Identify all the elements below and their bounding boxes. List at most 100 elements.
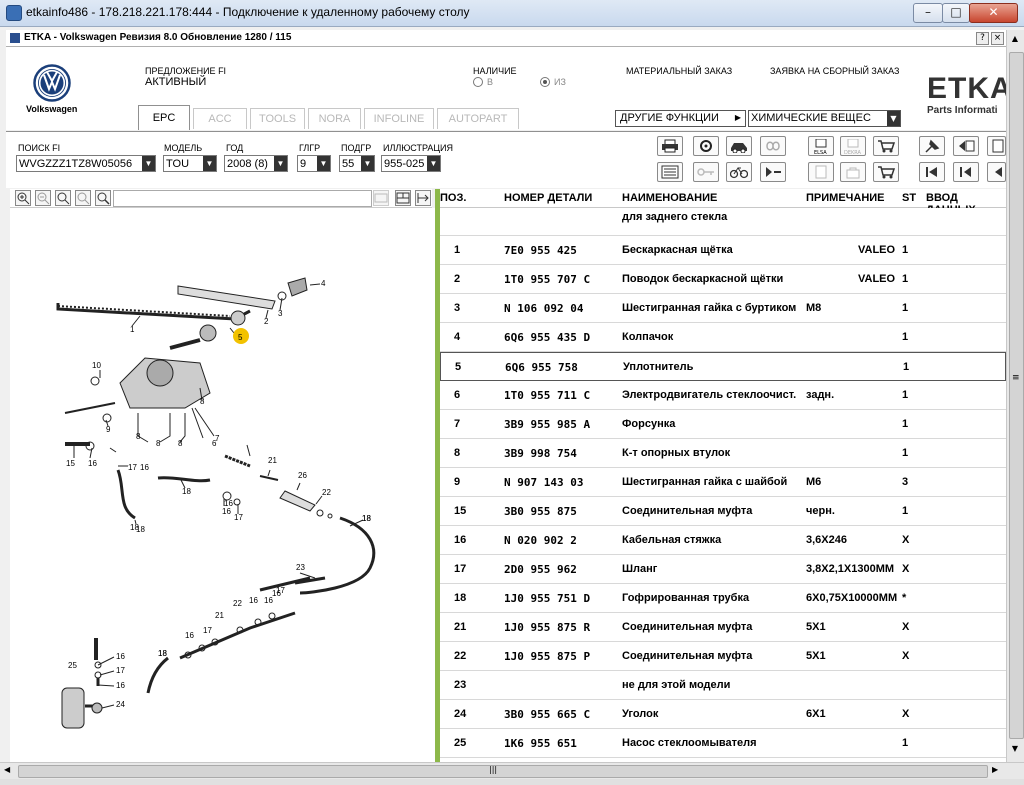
callout-number[interactable]: 17 [234, 513, 243, 522]
cell-part-number[interactable]: 1T0 955 707 C [504, 273, 590, 286]
model-select[interactable]: TOU ▼ [163, 155, 217, 172]
table-row[interactable]: 15 3B0 955 875 Соединительная муфта черн. 1 [440, 497, 1006, 526]
callout-number[interactable]: 16 [88, 459, 97, 468]
rdp-titlebar[interactable]: etkainfo486 - 178.218.221.178:444 - Подк… [0, 0, 1024, 27]
column-header-name[interactable]: НАИМЕНОВАНИЕ [622, 192, 717, 204]
column-header-pos[interactable]: ПОЗ. [440, 192, 466, 204]
horizontal-scrollbar[interactable]: ◀ ||| ▶ [0, 762, 1024, 780]
callout-number[interactable]: 21 [215, 611, 224, 620]
callout-number[interactable]: 16 [116, 681, 125, 690]
play-button[interactable] [760, 162, 786, 182]
vertical-scrollbar[interactable]: ▲ ≡ ▼ [1006, 30, 1024, 762]
table-row[interactable]: 7 3B9 955 985 A Форсунка 1 [440, 410, 1006, 439]
minimize-button[interactable]: – [913, 3, 943, 23]
cart-button[interactable] [873, 136, 899, 156]
scroll-right-icon[interactable]: ▶ [992, 765, 998, 774]
car-button[interactable] [726, 136, 752, 156]
column-header-part-number[interactable]: НОМЕР ДЕТАЛИ [504, 192, 592, 204]
callout-number[interactable]: 16 [140, 463, 149, 472]
cell-part-number[interactable]: 3B9 998 754 [504, 447, 577, 460]
pin-button[interactable] [919, 136, 945, 156]
tab-acc[interactable]: ACC [193, 108, 247, 129]
cell-part-number[interactable]: 3B9 955 985 A [504, 418, 590, 431]
table-row[interactable]: 6 1T0 955 711 C Электродвигатель стеклоочи… [440, 381, 1006, 410]
dekra-button[interactable]: DEKRA [840, 136, 866, 156]
callout-number[interactable]: 8 [136, 432, 141, 441]
callout-number[interactable]: 18 [158, 649, 167, 658]
callout-number[interactable]: 16 [249, 596, 258, 605]
callout-number[interactable]: 18 [182, 487, 191, 496]
cell-part-number[interactable]: 1T0 955 711 C [504, 389, 590, 402]
callout-number[interactable]: 10 [92, 361, 101, 370]
search-button[interactable] [95, 190, 111, 206]
tab-infoline[interactable]: INFOLINE [364, 108, 434, 129]
prev-page-button[interactable] [953, 136, 979, 156]
callout-number[interactable]: 23 [296, 563, 305, 572]
callout-number[interactable]: 16 [116, 652, 125, 661]
print-button[interactable] [657, 136, 683, 156]
scroll-left-icon[interactable]: ◀ [4, 765, 10, 774]
cell-part-number[interactable]: 1J0 955 875 R [504, 621, 590, 634]
zoom-out-button[interactable] [35, 190, 51, 206]
parts-illustration[interactable]: 1 2 3 4 5 6 7 8 8 8 8 9 10 15 16 17 16 18 18 18 21 26 22 18 16 17… [10, 208, 435, 762]
tab-autopart[interactable]: AUTOPART [437, 108, 519, 129]
callout-number[interactable]: 17 [128, 463, 137, 472]
cart-list-button[interactable] [873, 162, 899, 182]
cell-part-number[interactable]: 7E0 955 425 [504, 244, 577, 257]
close-button[interactable]: ✕ [969, 3, 1018, 23]
illustration-select[interactable]: 955-025 ▼ [381, 155, 441, 172]
cell-part-number[interactable]: 3B0 955 875 [504, 505, 577, 518]
lock-disabled-button[interactable] [840, 162, 866, 182]
table-row[interactable]: 5 6Q6 955 758 Уплотнитель 1 [440, 352, 1006, 381]
parts-table[interactable]: ПОЗ. НОМЕР ДЕТАЛИ НАИМЕНОВАНИЕ ПРИМЕЧАНИ… [440, 189, 1006, 762]
callout-number[interactable]: 8 [200, 397, 205, 406]
callout-number[interactable]: 21 [268, 456, 277, 465]
callout-number[interactable]: 22 [233, 599, 242, 608]
cell-part-number[interactable]: N 020 902 2 [504, 534, 577, 547]
elsa-disabled-button[interactable] [808, 162, 834, 182]
cell-part-number[interactable]: 3B0 955 665 C [504, 708, 590, 721]
callout-number[interactable]: 8 [178, 439, 183, 448]
infinity-button[interactable] [760, 136, 786, 156]
table-row[interactable]: 1 7E0 955 425 Бескаркасная щётка VALEO 1 [440, 236, 1006, 265]
callout-number[interactable]: 17 [116, 666, 125, 675]
tab-tools[interactable]: TOOLS [250, 108, 305, 129]
split-view-button[interactable] [395, 190, 411, 206]
scroll-up-icon[interactable]: ▲ [1009, 34, 1021, 46]
material-order-link[interactable]: МАТЕРИАЛЬНЫЙ ЗАКАЗ [626, 66, 732, 76]
help-button[interactable]: ? [976, 32, 989, 45]
table-row[interactable]: 4 6Q6 955 435 D Колпачок 1 [440, 323, 1006, 352]
stock-radio-out[interactable] [540, 77, 550, 87]
chemicals-select[interactable]: ХИМИЧЕСКИЕ ВЕЩЕС ▼ [748, 110, 901, 127]
drawing-search-input[interactable] [113, 190, 372, 207]
callout-number[interactable]: 7 [215, 434, 220, 443]
table-row[interactable]: 9 N 907 143 03 Шестигранная гайка с шайбой… [440, 468, 1006, 497]
column-header-st[interactable]: ST [902, 192, 916, 204]
prev-small-button[interactable] [987, 162, 1006, 182]
table-row[interactable]: 24 3B0 955 665 C Уголок 6X1 X [440, 700, 1006, 729]
zoom-area-button[interactable] [55, 190, 71, 206]
back-button[interactable] [953, 162, 979, 182]
callout-number[interactable]: 8 [156, 439, 161, 448]
assembly-order-link[interactable]: ЗАЯВКА НА СБОРНЫЙ ЗАКАЗ [770, 66, 899, 76]
bicycle-button[interactable] [726, 162, 752, 182]
callout-number[interactable]: 22 [322, 488, 331, 497]
table-row[interactable]: 3 N 106 092 04 Шестигранная гайка с буртик… [440, 294, 1006, 323]
layout-button[interactable] [373, 190, 389, 206]
cell-part-number[interactable]: 1K6 955 651 [504, 737, 577, 750]
table-row[interactable]: 8 3B9 998 754 К-т опорных втулок 1 [440, 439, 1006, 468]
callout-number[interactable]: 18 [130, 523, 139, 532]
year-select[interactable]: 2008 (8) ▼ [224, 155, 288, 172]
cell-part-number[interactable]: 2D0 955 962 [504, 563, 577, 576]
cell-part-number[interactable]: 1J0 955 751 D [504, 592, 590, 605]
table-row[interactable]: 22 1J0 955 875 P Соединительная муфта 5X1 X [440, 642, 1006, 671]
elsa-button[interactable]: ELSA [808, 136, 834, 156]
callout-number[interactable]: 5 [238, 333, 243, 342]
zoom-in-button[interactable] [15, 190, 31, 206]
table-row[interactable]: 17 2D0 955 962 Шланг 3,8X2,1X1300MM X [440, 555, 1006, 584]
callout-number[interactable]: 2 [264, 317, 269, 326]
list-button[interactable] [657, 162, 683, 182]
callout-number[interactable]: 4 [321, 279, 326, 288]
search-fi-input[interactable]: WVGZZZ1TZ8W05056 ▼ [16, 155, 156, 172]
cell-part-number[interactable]: N 907 143 03 [504, 476, 583, 489]
